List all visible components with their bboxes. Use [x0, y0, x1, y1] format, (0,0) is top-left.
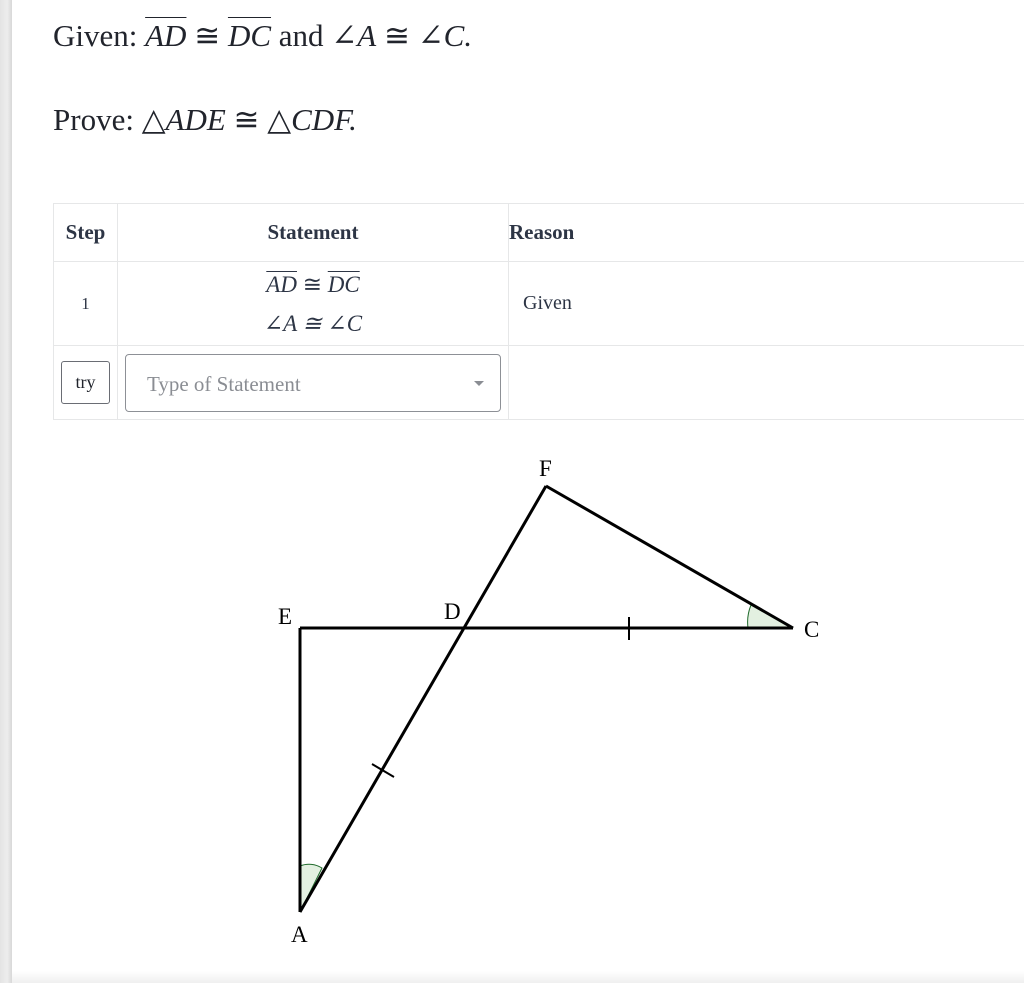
vertex-label-f: F	[539, 456, 552, 481]
geometry-figure: F E D C A	[278, 456, 819, 947]
segment-fc	[545, 484, 794, 630]
vertex-label-c: C	[804, 617, 819, 642]
segment-af	[298, 485, 548, 913]
vertex-label-d: D	[444, 599, 461, 624]
vertex-label-a: A	[291, 922, 308, 947]
vertex-label-e: E	[278, 604, 292, 629]
